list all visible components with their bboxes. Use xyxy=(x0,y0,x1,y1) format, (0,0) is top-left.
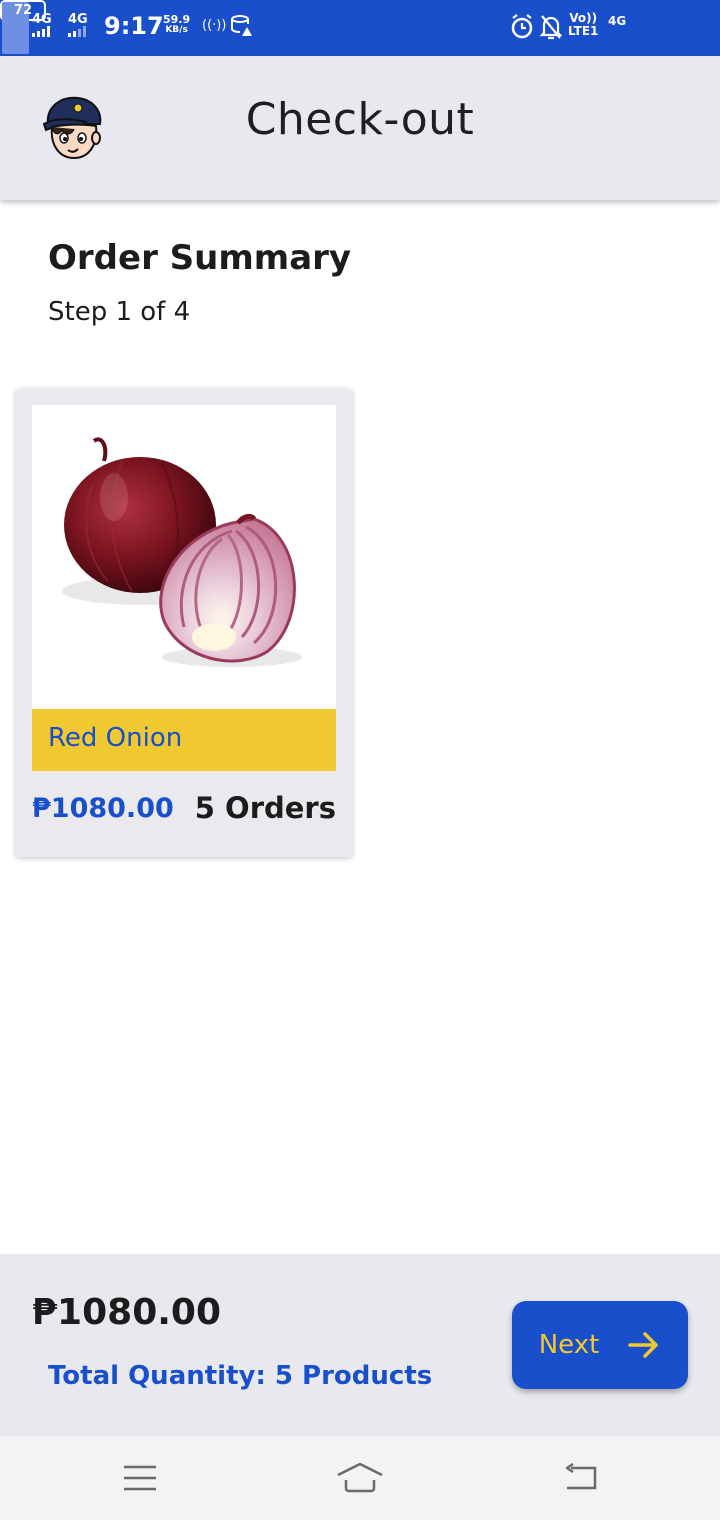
battery-level: 72 xyxy=(13,3,33,18)
section-title: Order Summary xyxy=(48,238,352,278)
product-price: ₱1080.00 xyxy=(32,793,174,824)
home-icon[interactable] xyxy=(335,1458,385,1498)
hotspot-icon: ((·)) xyxy=(202,18,227,33)
network-type-2: 4G xyxy=(68,12,88,27)
product-name: Red Onion xyxy=(48,723,183,753)
network-speed-unit: KB/s xyxy=(165,25,188,35)
step-indicator: Step 1 of 4 xyxy=(48,297,191,327)
alarm-icon xyxy=(510,13,534,45)
network-type-3: 4G xyxy=(608,14,627,28)
red-onion-image xyxy=(32,405,336,709)
volte-bottom: LTE1 xyxy=(568,24,599,38)
signal-bars-icon xyxy=(32,26,50,37)
system-nav-bar xyxy=(0,1436,720,1520)
product-order-count: 5 Orders xyxy=(194,791,336,825)
back-icon[interactable] xyxy=(555,1458,605,1498)
clock-time: 9:17 xyxy=(104,12,164,40)
network-type-1: 4G xyxy=(32,12,52,27)
menu-icon[interactable] xyxy=(115,1458,165,1498)
product-name-band: Red Onion xyxy=(32,709,336,771)
bell-off-icon xyxy=(539,13,563,45)
volte-indicator: Vo)) LTE1 xyxy=(568,12,598,38)
arrow-right-icon xyxy=(628,1332,659,1358)
network-speed: 59.9 KB/s xyxy=(163,14,190,36)
data-saver-icon xyxy=(230,14,254,42)
app-header: Check-out xyxy=(0,56,720,200)
next-button-label: Next xyxy=(538,1330,600,1360)
signal-bars-icon xyxy=(68,26,86,37)
checkout-screen: 4G 4G 9:17 59.9 KB/s ((·)) Vo)) LTE1 4G … xyxy=(0,0,720,1520)
next-button[interactable]: Next xyxy=(512,1301,688,1389)
total-price: ₱1080.00 xyxy=(32,1292,222,1333)
status-bar: 4G 4G 9:17 59.9 KB/s ((·)) Vo)) LTE1 4G … xyxy=(0,0,720,56)
product-card[interactable]: Red Onion ₱1080.00 5 Orders xyxy=(16,389,352,857)
checkout-footer: ₱1080.00 Total Quantity: 5 Products Next xyxy=(0,1254,720,1436)
total-quantity: Total Quantity: 5 Products xyxy=(48,1361,433,1391)
page-title: Check-out xyxy=(245,94,475,145)
